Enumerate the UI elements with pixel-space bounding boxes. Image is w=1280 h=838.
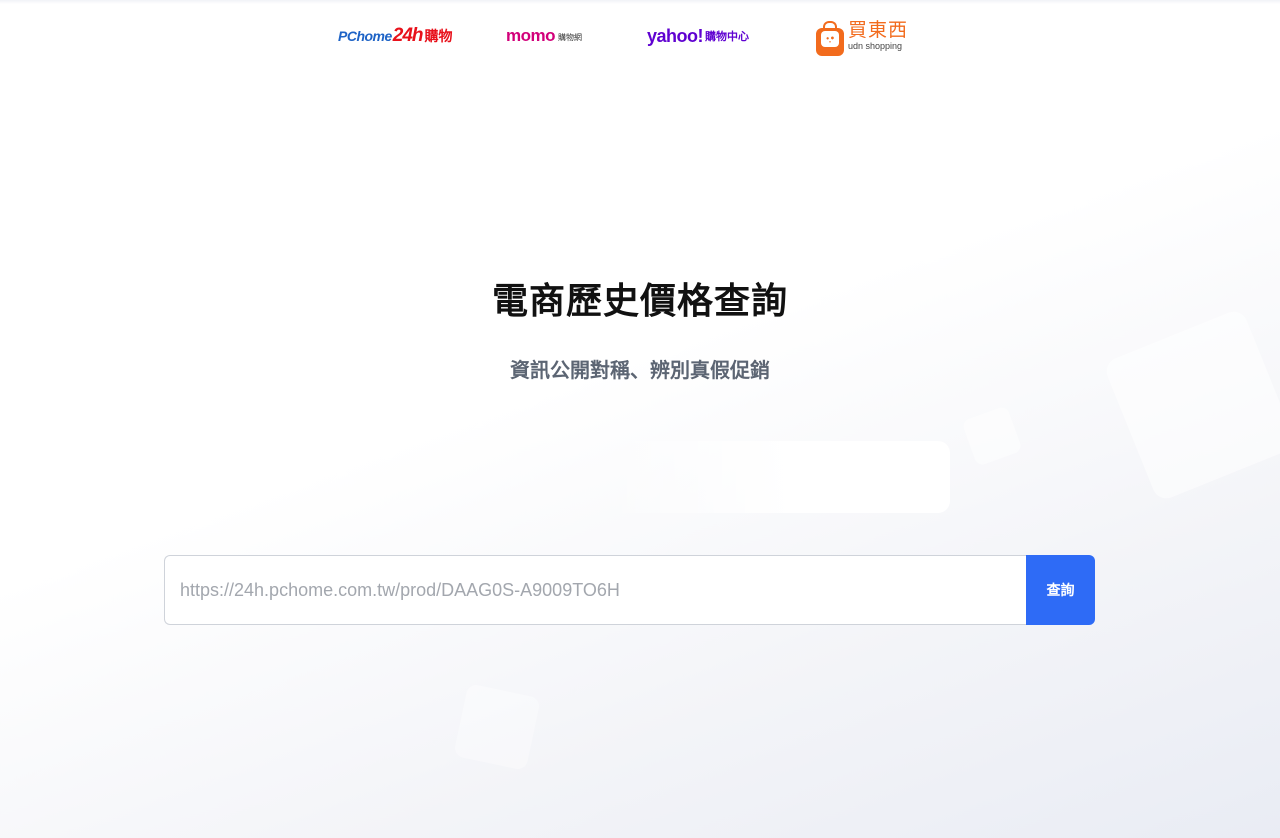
background-decoration (453, 683, 541, 771)
momo-brand-text: momo (506, 26, 556, 45)
udn-logo: •͈• 買東西 udn shopping (816, 0, 908, 72)
udn-name-chinese: 買東西 (848, 19, 909, 41)
pchome-24h-text: 24h (392, 25, 424, 46)
search-form: 查詢 (164, 555, 1095, 625)
background-decoration (1102, 307, 1280, 503)
page-title: 電商歷史價格查詢 (491, 281, 788, 322)
yahoo-shop-text: 購物中心 (705, 30, 750, 43)
background-decoration (961, 405, 1023, 467)
shopping-bag-icon: •͈• (816, 21, 844, 56)
search-button[interactable]: 查詢 (1026, 555, 1095, 625)
momo-logo: momo 購物網 (506, 0, 582, 72)
yahoo-logo: yahoo! 購物中心 (647, 0, 749, 72)
supported-stores-bar (320, 441, 950, 513)
top-strip (0, 0, 1280, 4)
product-url-input[interactable] (164, 555, 1026, 625)
pchome-brand-text: PChome (338, 28, 392, 44)
pchome-shop-text: 購物 (424, 29, 453, 45)
udn-name-english: udn shopping (848, 41, 903, 51)
momo-shop-text: 購物網 (558, 33, 582, 42)
pchome-logo: PChome 24h 購物 (338, 0, 453, 72)
yahoo-brand-text: yahoo! (647, 25, 704, 46)
page-subtitle: 資訊公開對稱、辨別真假促銷 (510, 358, 770, 382)
